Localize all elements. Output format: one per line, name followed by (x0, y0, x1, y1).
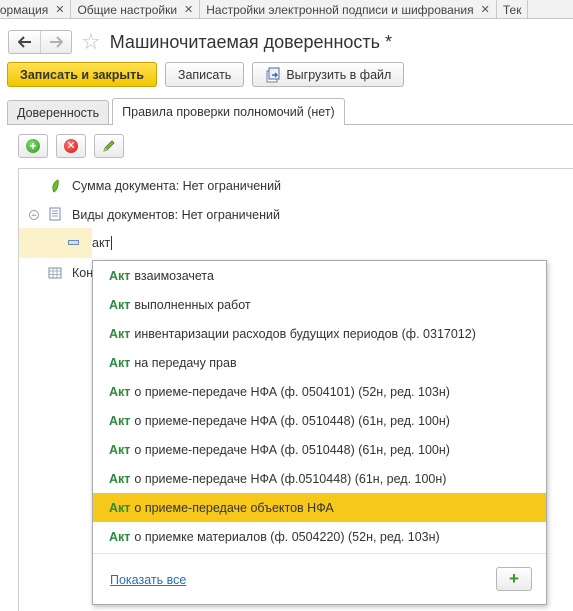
leaf-icon (52, 179, 59, 193)
tab-authority-check-rules[interactable]: Правила проверки полномочий (нет) (112, 98, 345, 125)
close-icon[interactable]: ✕ (55, 3, 64, 16)
autocomplete-dropdown: Акт взаимозачета Акт выполненных работ А… (92, 260, 547, 605)
collapse-icon[interactable]: − (29, 209, 39, 220)
forward-arrow-icon[interactable] (40, 31, 71, 53)
match-highlight: Акт (109, 297, 131, 312)
tree-toolbar: + ✕ (18, 134, 132, 158)
favorite-star-icon[interactable]: ☆ (81, 31, 101, 53)
minus-icon (68, 240, 79, 245)
dropdown-item[interactable]: Акт выполненных работ (93, 290, 546, 319)
add-rule-button[interactable]: + (18, 134, 48, 158)
delete-circle-icon: ✕ (64, 139, 78, 153)
match-highlight: Акт (109, 355, 131, 370)
tab-power-of-attorney[interactable]: Доверенность (7, 100, 110, 124)
match-highlight: Акт (109, 384, 131, 399)
match-highlight: Акт (109, 500, 131, 515)
command-bar: Записать и закрыть Записать Выгрузить в … (7, 62, 412, 87)
dropdown-item-text: о приемке материалов (ф. 0504220) (52н, … (134, 529, 440, 544)
edit-row-highlight (19, 228, 92, 258)
dropdown-item[interactable]: Акт о приеме-передаче НФА (ф.0510448) (6… (93, 464, 546, 493)
window-tab-label: Общие настройки (77, 2, 178, 17)
pencil-icon (103, 140, 115, 152)
dropdown-item[interactable]: Акт о приеме-передаче НФА (ф. 0504101) (… (93, 377, 546, 406)
match-highlight: Акт (109, 529, 131, 544)
dropdown-item-text: о приеме-передаче НФА (ф. 0504101) (52н,… (134, 384, 450, 399)
window-tab-strip: формация ✕ Общие настройки ✕ Настройки э… (0, 0, 573, 19)
dropdown-item[interactable]: Акт инвентаризации расходов будущих пери… (93, 319, 546, 348)
dropdown-item[interactable]: Акт взаимозачета (93, 261, 546, 290)
form-tabs: Доверенность Правила проверки полномочий… (7, 98, 573, 125)
dropdown-item-text: инвентаризации расходов будущих периодов… (134, 326, 476, 341)
navigation-buttons (8, 30, 72, 54)
window-tab-label: Тек (502, 2, 522, 17)
dropdown-item-selected[interactable]: Акт о приеме-передаче объектов НФА (93, 493, 546, 522)
match-highlight: Акт (109, 413, 131, 428)
create-new-button[interactable]: + (496, 567, 532, 591)
match-highlight: Акт (109, 471, 131, 486)
window-tab-general-settings[interactable]: Общие настройки ✕ (71, 0, 201, 18)
dropdown-item[interactable]: Акт о приемке материалов (ф. 0504220) (5… (93, 522, 546, 551)
window-tab-partial[interactable]: Тек (497, 0, 529, 18)
edit-rule-button[interactable] (94, 134, 124, 158)
match-highlight: Акт (109, 268, 131, 283)
tree-row-label: Кон (72, 265, 94, 280)
plus-icon: + (509, 569, 519, 588)
export-file-icon (266, 67, 280, 82)
match-highlight: Акт (109, 326, 131, 341)
save-and-close-button[interactable]: Записать и закрыть (7, 62, 157, 87)
export-button-label: Выгрузить в файл (286, 67, 392, 82)
dropdown-item-text: о приеме-передаче объектов НФА (134, 500, 334, 515)
window-tab-label: Настройки электронной подписи и шифрован… (206, 2, 474, 17)
dropdown-item-text: на передачу прав (134, 355, 237, 370)
dropdown-item[interactable]: Акт на передачу прав (93, 348, 546, 377)
dropdown-divider (93, 553, 546, 554)
page-title: Машиночитаемая доверенность * (109, 31, 393, 52)
show-all-link[interactable]: Показать все (110, 573, 186, 587)
dropdown-item-text: выполненных работ (134, 297, 251, 312)
tree-row-document-sum[interactable]: Сумма документа: Нет ограничений (19, 171, 573, 200)
save-button[interactable]: Записать (164, 62, 245, 87)
document-type-search-input[interactable] (92, 228, 559, 258)
window-tab-signature-settings[interactable]: Настройки электронной подписи и шифрован… (200, 0, 497, 18)
export-to-file-button[interactable]: Выгрузить в файл (252, 62, 405, 87)
window-tab-label: формация (0, 2, 49, 17)
close-icon[interactable]: ✕ (184, 3, 193, 16)
add-circle-icon: + (26, 139, 40, 153)
match-highlight: Акт (109, 442, 131, 457)
table-icon (48, 267, 62, 279)
delete-rule-button[interactable]: ✕ (56, 134, 86, 158)
tree-row-label: Виды документов: Нет ограничений (72, 207, 281, 222)
dropdown-item-text: взаимозачета (134, 268, 214, 283)
window-tab-information[interactable]: формация ✕ (0, 0, 72, 18)
dropdown-item-text: о приеме-передаче НФА (ф.0510448) (61н, … (134, 471, 447, 486)
document-icon (49, 207, 61, 221)
back-arrow-icon[interactable] (9, 31, 40, 53)
tree-row-label: Сумма документа: Нет ограничений (72, 178, 282, 193)
dropdown-item[interactable]: Акт о приеме-передаче НФА (ф. 0510448) (… (93, 435, 546, 464)
dropdown-item-text: о приеме-передаче НФА (ф. 0510448) (61н,… (134, 413, 450, 428)
text-caret (111, 236, 112, 250)
close-icon[interactable]: ✕ (481, 3, 490, 16)
title-row: ☆ Машиночитаемая доверенность * (8, 28, 392, 56)
edit-row (19, 228, 559, 258)
tree-row-document-types[interactable]: − Виды документов: Нет ограничений (19, 200, 573, 229)
dropdown-item-text: о приеме-передаче НФА (ф. 0510448) (61н,… (134, 442, 450, 457)
dropdown-item[interactable]: Акт о приеме-передаче НФА (ф. 0510448) (… (93, 406, 546, 435)
